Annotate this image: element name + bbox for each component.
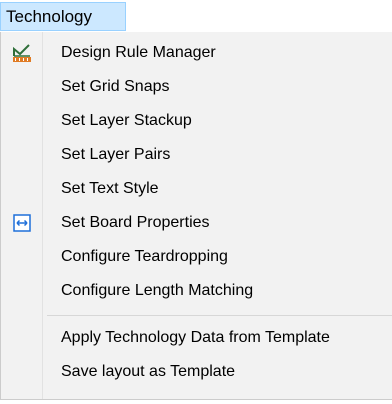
menu-item-label: Set Layer Stackup — [61, 112, 192, 129]
technology-menu-tab[interactable]: Technology — [0, 2, 126, 31]
menu-item-label: Configure Length Matching — [61, 282, 254, 299]
menu-item-configure-length-matching[interactable]: Configure Length Matching — [1, 274, 392, 308]
menu-item-label: Design Rule Manager — [61, 44, 216, 61]
menu-item-set-grid-snaps[interactable]: Set Grid Snaps — [1, 70, 392, 104]
menu-item-set-text-style[interactable]: Set Text Style — [1, 172, 392, 206]
board-properties-icon — [12, 213, 32, 233]
menu-item-label: Set Board Properties — [61, 214, 210, 231]
menu-item-configure-teardropping[interactable]: Configure Teardropping — [1, 240, 392, 274]
menu-item-save-layout-as-template[interactable]: Save layout as Template — [1, 355, 392, 389]
menu-item-label: Set Grid Snaps — [61, 78, 170, 95]
menu-item-label: Set Layer Pairs — [61, 146, 171, 163]
menu-item-label: Apply Technology Data from Template — [61, 329, 330, 346]
menu-item-label: Set Text Style — [61, 180, 159, 197]
menu-separator — [47, 315, 392, 316]
menu-item-design-rule-manager[interactable]: Design Rule Manager — [1, 36, 392, 70]
technology-dropdown-menu: Design Rule Manager Set Grid Snaps Set L… — [0, 32, 392, 400]
menu-bar: Technology — [0, 0, 392, 34]
menu-item-set-layer-pairs[interactable]: Set Layer Pairs — [1, 138, 392, 172]
menu-item-label: Save layout as Template — [61, 363, 236, 380]
design-rule-manager-icon — [12, 43, 32, 63]
menu-item-set-board-properties[interactable]: Set Board Properties — [1, 206, 392, 240]
menu-item-apply-technology-data-from-template[interactable]: Apply Technology Data from Template — [1, 321, 392, 355]
menu-item-set-layer-stackup[interactable]: Set Layer Stackup — [1, 104, 392, 138]
menu-item-label: Configure Teardropping — [61, 248, 228, 265]
